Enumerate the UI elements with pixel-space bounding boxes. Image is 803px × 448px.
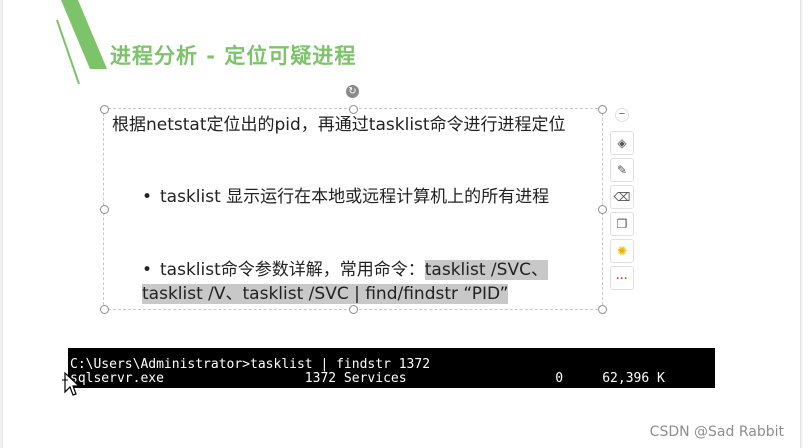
watermark: CSDN @Sad Rabbit: [649, 424, 784, 440]
layers-icon[interactable]: ◈: [610, 131, 634, 155]
bullet-text-2: tasklist命令参数详解，常用命令：: [160, 260, 425, 280]
resize-handle-mr[interactable]: [598, 205, 607, 214]
pen-icon[interactable]: ✎: [610, 158, 634, 182]
slide-title[interactable]: 进程分析 - 定位可疑进程: [110, 40, 356, 70]
resize-handle-tl[interactable]: [100, 105, 109, 114]
resize-handle-ml[interactable]: [100, 205, 109, 214]
resize-handle-bl[interactable]: [100, 305, 109, 314]
resize-handle-bc[interactable]: [349, 305, 358, 314]
bullet-item-2[interactable]: • tasklist命令参数详解，常用命令：tasklist /SVC、task…: [142, 258, 592, 306]
resize-handle-tr[interactable]: [598, 105, 607, 114]
slide: 进程分析 - 定位可疑进程 ↻ 根据netstat定位出的pid，再通过task…: [2, 0, 801, 448]
paragraph-text[interactable]: 根据netstat定位出的pid，再通过tasklist命令进行进程定位: [112, 113, 597, 137]
rotate-handle-icon[interactable]: ↻: [346, 85, 359, 98]
move-cursor-icon: [62, 372, 81, 396]
more-icon[interactable]: ···: [610, 266, 634, 290]
bullet-text-1: tasklist 显示运行在本地或远程计算机上的所有进程: [160, 187, 550, 207]
terminal-screenshot: C:\Users\Administrator>tasklist | findst…: [68, 348, 715, 388]
bullet-marker: •: [142, 260, 153, 280]
eraser-icon[interactable]: ⌫: [610, 185, 634, 209]
terminal-line-output: sqlservr.exe 1372 Services 0 62,396 K: [70, 371, 665, 386]
terminal-line-command: C:\Users\Administrator>tasklist | findst…: [70, 357, 431, 372]
bullet-item-1[interactable]: • tasklist 显示运行在本地或远程计算机上的所有进程: [142, 185, 592, 209]
bullet-marker: •: [142, 187, 153, 207]
resize-handle-br[interactable]: [598, 305, 607, 314]
bulb-icon[interactable]: ✺: [610, 239, 634, 263]
collapse-icon[interactable]: −: [615, 108, 629, 122]
copy-icon[interactable]: ❐: [610, 212, 634, 236]
green-stripe-decoration: [56, 0, 107, 85]
